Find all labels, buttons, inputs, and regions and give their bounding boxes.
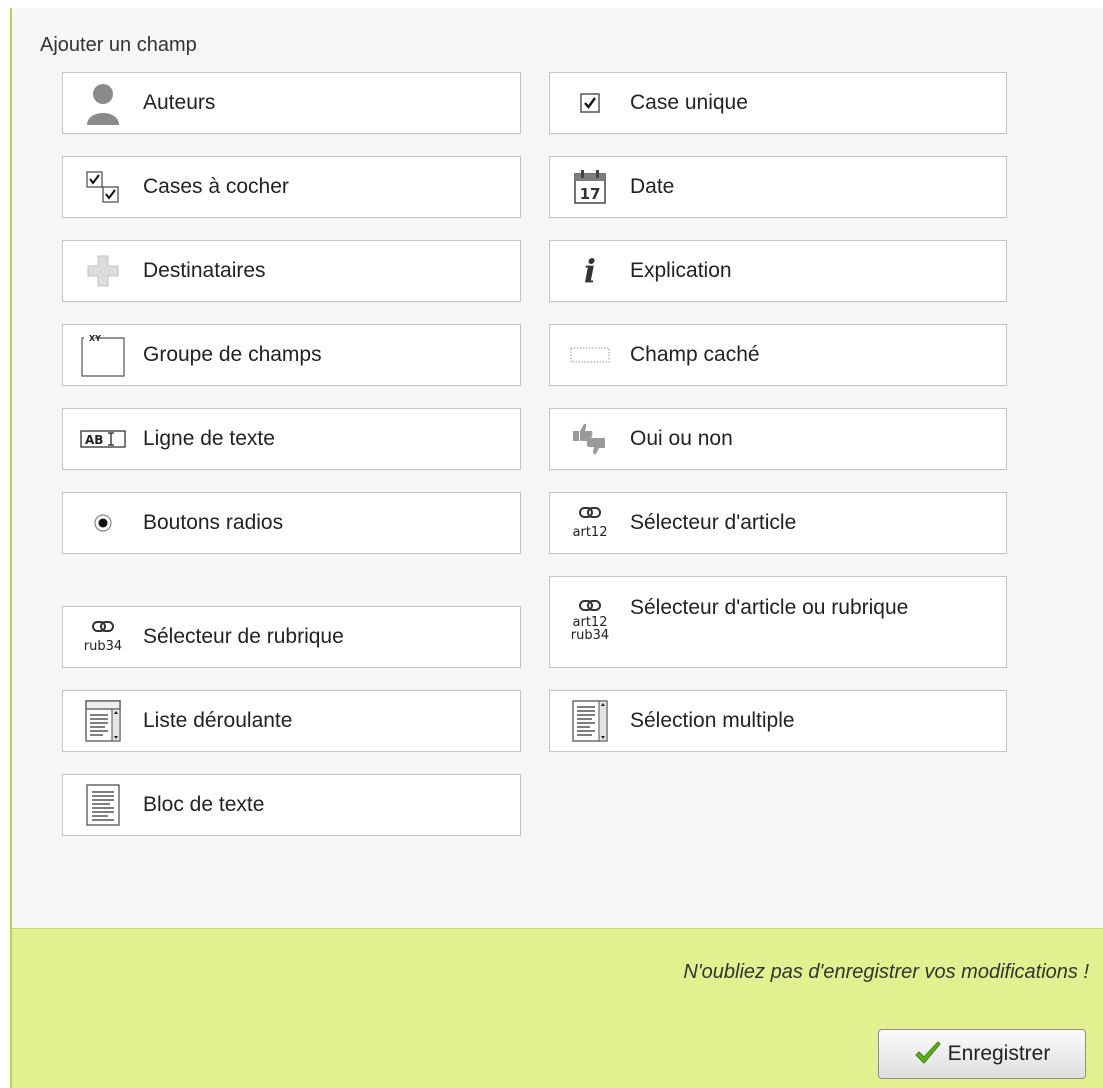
field-label: Bloc de texte bbox=[143, 793, 265, 816]
user-icon bbox=[79, 79, 127, 127]
hidden-field-icon bbox=[566, 331, 614, 379]
rubric-link-icon: rub34 bbox=[79, 613, 127, 661]
article-rubric-link-icon: art12 rub34 bbox=[566, 598, 614, 646]
field-label: Auteurs bbox=[143, 91, 216, 114]
text-line-icon: AB bbox=[79, 415, 127, 463]
multi-select-icon bbox=[566, 697, 614, 745]
add-field-cases-a-cocher-button[interactable]: Cases à cocher bbox=[62, 156, 521, 218]
field-label: Destinataires bbox=[143, 259, 266, 282]
calendar-day-text: 17 bbox=[580, 185, 601, 203]
add-field-liste-deroulante-button[interactable]: Liste déroulante bbox=[62, 690, 521, 752]
panel-title: Ajouter un champ bbox=[40, 34, 197, 56]
checkboxes-icon bbox=[79, 163, 127, 211]
form-footer: N'oubliez pas d'enregistrer vos modifica… bbox=[10, 928, 1103, 1088]
add-field-selection-multiple-button[interactable]: Sélection multiple bbox=[549, 690, 1007, 752]
field-label: Oui ou non bbox=[630, 427, 733, 450]
field-label: Sélecteur d'article bbox=[630, 511, 797, 534]
dropdown-list-icon bbox=[79, 697, 127, 745]
fieldset-legend-text: XY bbox=[89, 334, 101, 343]
add-field-selecteur-rubrique-button[interactable]: rub34 Sélecteur de rubrique bbox=[62, 606, 521, 668]
field-label: Sélection multiple bbox=[630, 709, 795, 732]
save-button[interactable]: Enregistrer bbox=[878, 1029, 1086, 1079]
fieldset-icon: XY bbox=[79, 331, 127, 379]
article-id-text: art12 bbox=[573, 525, 608, 540]
field-label: Sélecteur d'article ou rubrique bbox=[630, 596, 909, 619]
add-field-boutons-radios-button[interactable]: Boutons radios bbox=[62, 492, 521, 554]
add-field-auteurs-button[interactable]: Auteurs bbox=[62, 72, 521, 134]
field-label: Sélecteur de rubrique bbox=[143, 625, 344, 648]
field-label: Cases à cocher bbox=[143, 175, 289, 198]
add-field-champ-cache-button[interactable]: Champ caché bbox=[549, 324, 1007, 386]
add-field-explication-button[interactable]: i Explication bbox=[549, 240, 1007, 302]
add-field-ligne-de-texte-button[interactable]: AB Ligne de texte bbox=[62, 408, 521, 470]
field-label: Ligne de texte bbox=[143, 427, 275, 450]
add-field-selecteur-article-rubrique-button[interactable]: art12 rub34 Sélecteur d'article ou rubri… bbox=[549, 576, 1007, 668]
save-button-label: Enregistrer bbox=[947, 1042, 1051, 1065]
article-link-icon: art12 bbox=[566, 499, 614, 547]
field-label: Boutons radios bbox=[143, 511, 284, 534]
info-icon: i bbox=[566, 247, 614, 295]
calendar-icon: 17 bbox=[566, 163, 614, 211]
add-field-destinataires-button[interactable]: Destinataires bbox=[62, 240, 521, 302]
field-label: Liste déroulante bbox=[143, 709, 293, 732]
rubric-id-text: rub34 bbox=[84, 639, 122, 654]
add-field-groupe-de-champs-button[interactable]: XY Groupe de champs bbox=[62, 324, 521, 386]
thumbs-icon bbox=[566, 415, 614, 463]
text-block-icon bbox=[79, 781, 127, 829]
checkbox-icon bbox=[566, 79, 614, 127]
add-field-oui-ou-non-button[interactable]: Oui ou non bbox=[549, 408, 1007, 470]
info-icon-glyph: i bbox=[583, 252, 597, 290]
add-field-selecteur-article-button[interactable]: art12 Sélecteur d'article bbox=[549, 492, 1007, 554]
add-field-bloc-de-texte-button[interactable]: Bloc de texte bbox=[62, 774, 521, 836]
field-label: Explication bbox=[630, 259, 732, 282]
save-reminder: N'oubliez pas d'enregistrer vos modifica… bbox=[683, 961, 1089, 983]
field-label: Case unique bbox=[630, 91, 748, 114]
radio-icon bbox=[79, 499, 127, 547]
checkmark-icon bbox=[914, 1041, 941, 1064]
field-label: Champ caché bbox=[630, 343, 760, 366]
rubric-id-text: rub34 bbox=[571, 628, 609, 643]
field-label: Groupe de champs bbox=[143, 343, 322, 366]
add-field-date-button[interactable]: 17 Date bbox=[549, 156, 1007, 218]
add-field-case-unique-button[interactable]: Case unique bbox=[549, 72, 1007, 134]
field-label: Date bbox=[630, 175, 675, 198]
plus-icon bbox=[79, 247, 127, 295]
text-line-sample: AB bbox=[85, 433, 103, 447]
